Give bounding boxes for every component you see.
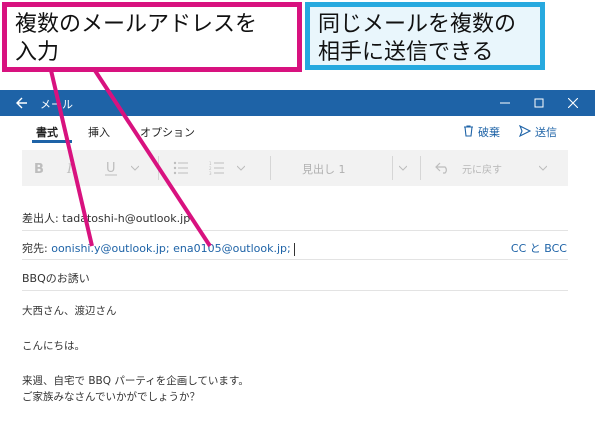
callout-text: 複数のメールアドレスを	[15, 12, 258, 37]
callout-multiple-addresses: 複数のメールアドレスを 入力	[2, 2, 302, 72]
callout-text: 入力	[15, 40, 60, 65]
callout-text: 相手に送信できる	[318, 40, 494, 65]
callout-send-to-many: 同じメールを複数の 相手に送信できる	[305, 2, 545, 70]
callout-text: 同じメールを複数の	[318, 12, 517, 37]
